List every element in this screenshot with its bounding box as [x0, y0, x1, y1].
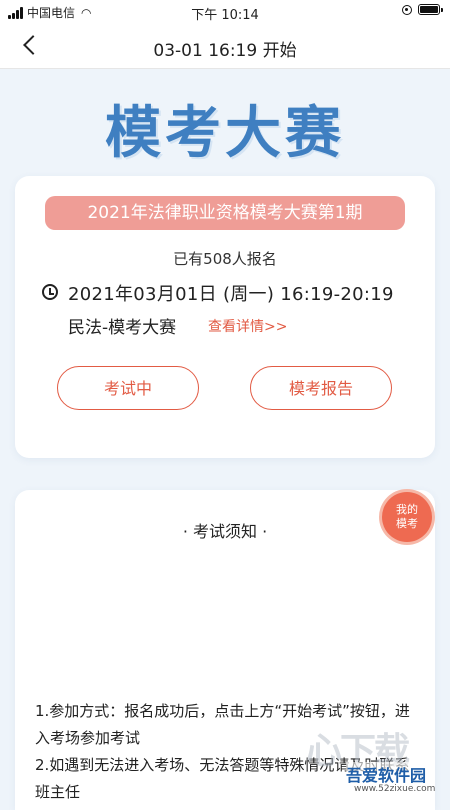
notice-title: · 考试须知 ·	[182, 522, 268, 541]
watermark-brand: 吾爱软件园	[346, 762, 427, 786]
my-mock-exam-label: 我的模考	[396, 503, 418, 530]
registration-count: 已有508人报名	[173, 250, 277, 268]
exam-in-progress-button[interactable]: 考试中	[57, 366, 199, 410]
exam-banner: 2021年法律职业资格模考大赛第1期	[45, 196, 405, 230]
nav-bar: 03-01 16:19 开始	[0, 24, 450, 69]
orientation-lock-icon	[402, 4, 412, 15]
battery-icon	[418, 4, 443, 15]
status-right	[402, 4, 443, 15]
exam-datetime: 2021年03月01日 (周一) 16:19-20:19	[68, 284, 394, 305]
exam-subject: 民法-模考大赛	[68, 318, 177, 338]
alarm-clock-icon	[42, 284, 58, 300]
exam-report-button[interactable]: 模考报告	[250, 366, 392, 410]
view-details-link[interactable]: 查看详情>>	[208, 316, 287, 336]
hero-title: 模考大赛	[105, 101, 345, 166]
nav-title: 03-01 16:19 开始	[153, 41, 297, 61]
watermark: 心下载 吾爱软件园 www.52zixue.com	[300, 722, 450, 800]
my-mock-exam-button[interactable]: 我的模考	[382, 492, 432, 542]
watermark-url: www.52zixue.com	[354, 784, 436, 794]
status-time: 下午 10:14	[191, 8, 259, 23]
exam-card: 2021年法律职业资格模考大赛第1期 已有508人报名 2021年03月01日 …	[15, 176, 435, 458]
status-bar: 中国电信 ◠ 下午 10:14	[0, 0, 450, 24]
